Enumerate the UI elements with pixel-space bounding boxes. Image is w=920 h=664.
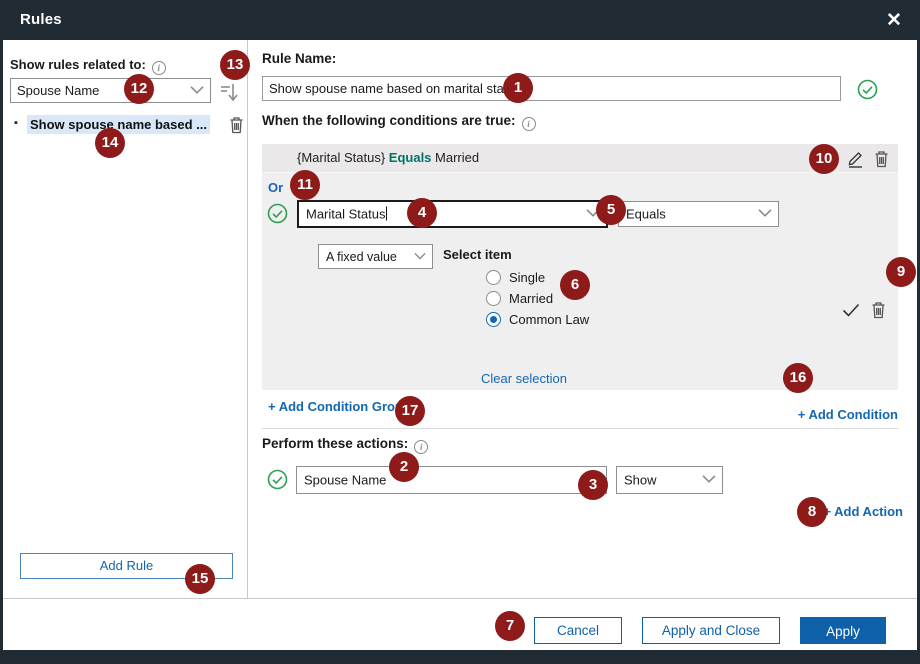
conditions-section-label: When the following conditions are true: i — [262, 113, 536, 131]
add-action-link[interactable]: + Add Action — [823, 504, 903, 519]
list-bullet: ▪ — [14, 117, 18, 129]
sort-icon — [218, 80, 242, 104]
related-field-value: Spouse Name — [17, 83, 99, 98]
text-caret — [386, 207, 387, 221]
add-condition-link[interactable]: + Add Condition — [798, 407, 898, 422]
chevron-down-icon — [702, 475, 716, 484]
callout-9: 9 — [886, 257, 916, 287]
condition-field-combobox[interactable]: Marital Status — [297, 200, 608, 228]
select-item-label: Select item — [443, 247, 512, 262]
actions-section-text: Perform these actions: — [262, 436, 408, 451]
edit-condition-icon[interactable] — [846, 149, 864, 168]
clear-selection-link[interactable]: Clear selection — [481, 371, 567, 386]
radio-icon-selected[interactable] — [486, 312, 501, 327]
summary-operator: Equals — [389, 150, 432, 165]
callout-8: 8 — [797, 497, 827, 527]
delete-rule-icon[interactable] — [228, 115, 245, 134]
delete-condition-icon[interactable] — [870, 300, 887, 319]
close-icon[interactable]: ✕ — [883, 10, 905, 32]
radio-option-label: Married — [509, 291, 553, 306]
condition-operator-value: Equals — [626, 207, 666, 222]
apply-button[interactable]: Apply — [800, 617, 886, 644]
callout-15: 15 — [185, 564, 215, 594]
value-type-value: A fixed value — [326, 250, 397, 264]
action-valid-icon — [267, 469, 288, 490]
cancel-button[interactable]: Cancel — [534, 617, 622, 644]
value-type-dropdown[interactable]: A fixed value — [318, 244, 433, 269]
radio-option-single[interactable]: Single — [486, 267, 545, 287]
callout-3: 3 — [578, 470, 608, 500]
callout-14: 14 — [95, 128, 125, 158]
callout-6: 6 — [560, 270, 590, 300]
callout-12: 12 — [124, 74, 154, 104]
condition-summary-row[interactable]: {Marital Status} Equals Married — [262, 144, 898, 173]
sort-rules-button[interactable] — [218, 80, 242, 104]
chevron-down-icon — [414, 252, 426, 260]
action-field-dropdown[interactable]: Spouse Name — [296, 466, 607, 494]
radio-option-common-law[interactable]: Common Law — [486, 309, 589, 329]
summary-field: {Marital Status} — [297, 150, 385, 165]
dialog-titlebar: Rules ✕ — [0, 0, 920, 40]
section-divider — [262, 428, 898, 429]
apply-and-close-button[interactable]: Apply and Close — [642, 617, 780, 644]
chevron-down-icon — [758, 209, 772, 218]
condition-valid-icon — [267, 203, 288, 224]
dialog-body: Show rules related to: i Spouse Name ▪ Sh… — [3, 40, 917, 650]
dialog-title: Rules — [20, 11, 62, 28]
show-rules-related-text: Show rules related to: — [10, 57, 146, 72]
callout-16: 16 — [783, 363, 813, 393]
rules-dialog: Rules ✕ Show rules related to: i Spouse N… — [0, 0, 920, 664]
conditions-section-text: When the following conditions are true: — [262, 113, 516, 128]
callout-10: 10 — [809, 144, 839, 174]
chevron-down-icon — [190, 85, 204, 94]
rule-list-item[interactable]: ▪ Show spouse name based ... — [10, 114, 242, 136]
condition-operator-dropdown[interactable]: Equals — [618, 201, 779, 227]
condition-summary-text: {Marital Status} Equals Married — [297, 150, 479, 165]
radio-icon[interactable] — [486, 270, 501, 285]
radio-option-married[interactable]: Married — [486, 288, 553, 308]
callout-2: 2 — [389, 452, 419, 482]
callout-17: 17 — [395, 396, 425, 426]
callout-4: 4 — [407, 198, 437, 228]
radio-option-label: Single — [509, 270, 545, 285]
callout-5: 5 — [596, 195, 626, 225]
sidebar-divider — [247, 40, 248, 598]
or-operator-label[interactable]: Or — [268, 180, 283, 195]
delete-condition-summary-icon[interactable] — [873, 149, 890, 168]
callout-7: 7 — [495, 611, 525, 641]
callout-1: 1 — [503, 73, 533, 103]
action-type-dropdown[interactable]: Show — [616, 466, 723, 494]
condition-group: {Marital Status} Equals Married Or — [262, 144, 898, 390]
rule-name-input[interactable] — [262, 76, 841, 101]
info-icon: i — [152, 61, 166, 75]
action-field-value: Spouse Name — [304, 473, 386, 488]
info-icon: i — [522, 117, 536, 131]
summary-value: Married — [435, 150, 479, 165]
confirm-condition-icon[interactable] — [842, 303, 860, 317]
valid-check-icon — [857, 79, 878, 100]
condition-field-value: Marital Status — [306, 207, 387, 222]
related-field-dropdown[interactable]: Spouse Name — [10, 78, 211, 103]
radio-option-label: Common Law — [509, 312, 589, 327]
callout-13: 13 — [220, 50, 250, 80]
dialog-footer: Cancel Apply and Close Apply — [3, 599, 917, 650]
action-type-value: Show — [624, 473, 657, 488]
callout-11: 11 — [290, 170, 320, 200]
radio-icon[interactable] — [486, 291, 501, 306]
show-rules-related-label: Show rules related to: i — [10, 57, 166, 75]
info-icon: i — [414, 440, 428, 454]
rule-name-label: Rule Name: — [262, 51, 336, 66]
add-condition-group-link[interactable]: + Add Condition Group — [268, 399, 411, 414]
